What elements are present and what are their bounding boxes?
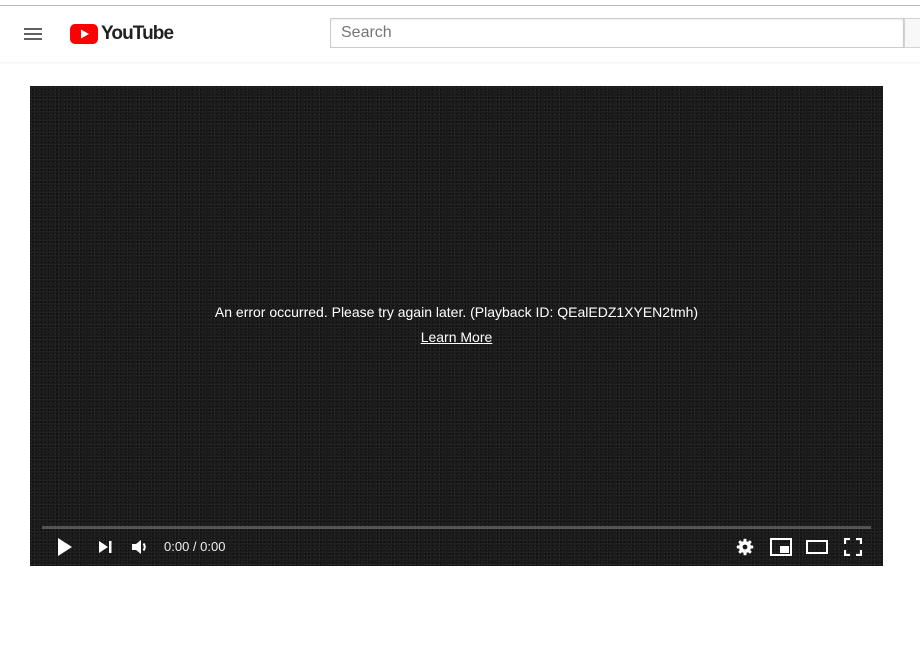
video-player[interactable]: An error occurred. Please try again late… [30, 86, 883, 566]
time-display: 0:00 / 0:00 [164, 539, 226, 554]
fullscreen-icon [844, 538, 862, 556]
masthead: YouTube [0, 6, 920, 62]
miniplayer-icon [770, 538, 792, 556]
mute-button[interactable] [125, 532, 155, 562]
search-button[interactable] [904, 18, 920, 48]
logo-text: YouTube [101, 23, 174, 44]
fullscreen-button[interactable] [838, 532, 868, 562]
menu-icon-bar [24, 28, 42, 30]
miniplayer-button[interactable] [766, 532, 796, 562]
next-icon [99, 541, 112, 553]
play-icon [58, 538, 72, 556]
volume-icon [132, 540, 146, 554]
settings-icon [736, 538, 754, 556]
next-button[interactable] [90, 532, 120, 562]
play-button[interactable] [50, 532, 80, 562]
theater-mode-icon [806, 540, 828, 554]
menu-icon-bar [24, 38, 42, 40]
youtube-play-logo-icon [70, 24, 98, 44]
learn-more-link[interactable]: Learn More [421, 329, 493, 345]
settings-button[interactable] [730, 532, 760, 562]
progress-bar[interactable] [42, 526, 871, 529]
theater-mode-button[interactable] [802, 532, 832, 562]
learn-more-container: Learn More [30, 329, 883, 347]
guide-menu-button[interactable] [22, 22, 46, 46]
search-input[interactable] [330, 18, 904, 48]
youtube-logo[interactable]: YouTube [70, 23, 174, 45]
menu-icon-bar [24, 33, 42, 35]
player-error-message: An error occurred. Please try again late… [214, 304, 699, 320]
player-controls: 0:00 / 0:00 [30, 532, 883, 564]
